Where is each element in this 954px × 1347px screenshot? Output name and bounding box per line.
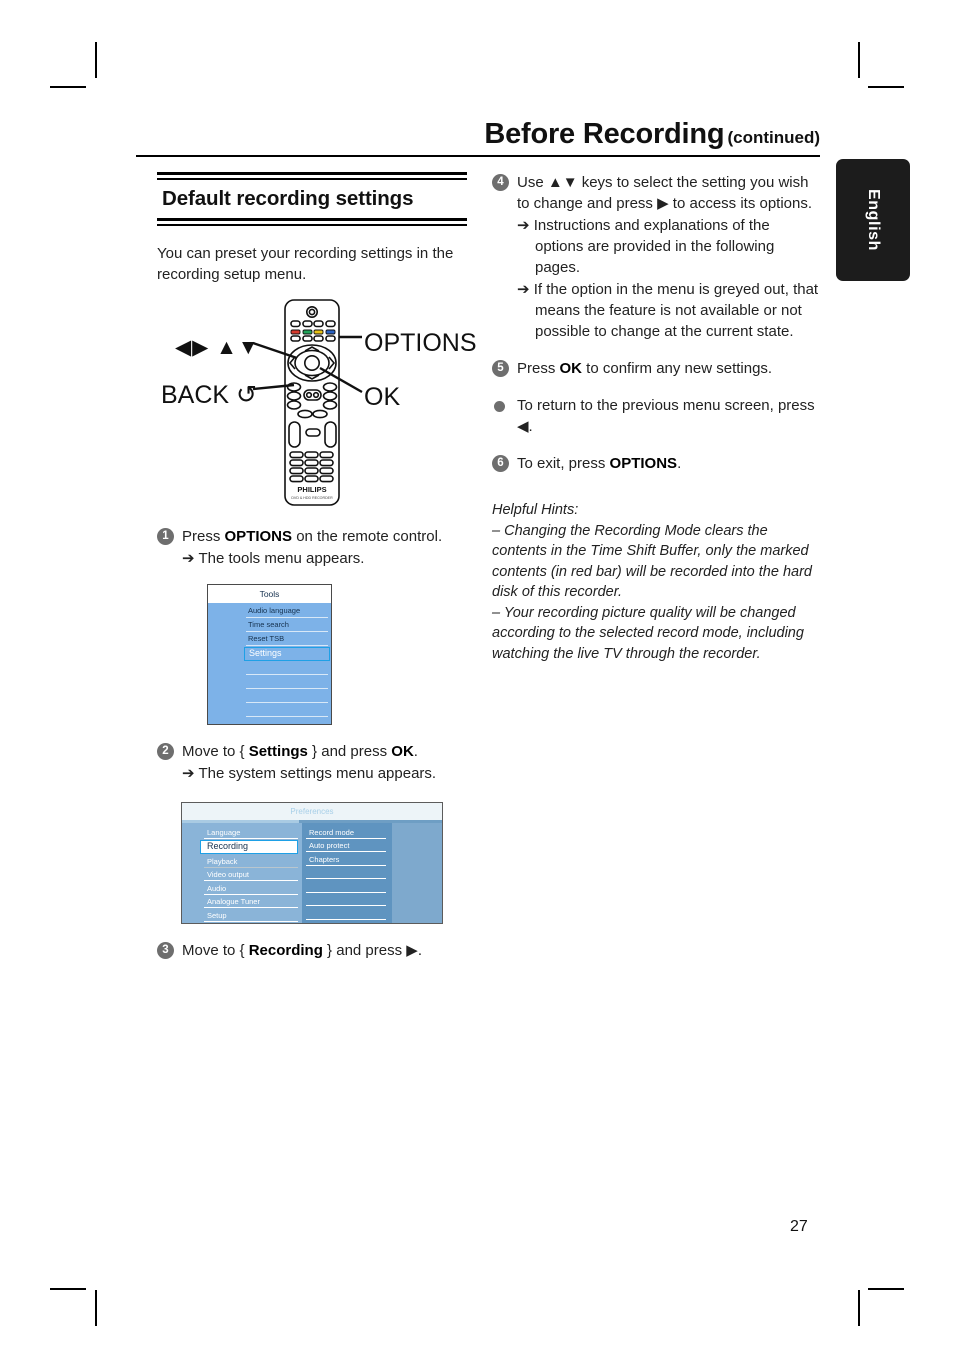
- crop-mark-top-left-v: [95, 42, 97, 78]
- remote-brand-label: PHILIPS: [297, 485, 326, 494]
- step-5-bold: OK: [559, 360, 583, 377]
- step-2-number: 2: [157, 742, 174, 760]
- settings-item-audio[interactable]: Audio: [204, 883, 298, 895]
- helpful-hints-title: Helpful Hints:: [492, 502, 579, 518]
- step-5: 5 Press OK to confirm any new settings.: [492, 358, 822, 379]
- step-5-text-before: Press: [517, 360, 560, 377]
- step-2-text-after: } and press: [307, 742, 392, 760]
- section-heading: Default recording settings: [162, 187, 414, 210]
- crop-mark-top-left-h: [50, 86, 86, 88]
- page-title: Before Recording: [484, 118, 725, 150]
- step-6-text-after: .: [677, 455, 682, 472]
- step-1-bold: OPTIONS: [224, 527, 293, 545]
- page-title-continued: (continued): [727, 128, 820, 147]
- settings-sub-item-chapters[interactable]: Chapters: [306, 854, 386, 866]
- tools-menu-title: Tools: [208, 584, 331, 603]
- step-6-text-before: To exit, press: [517, 455, 610, 472]
- step-1-text-after: on the remote control.: [292, 527, 443, 545]
- settings-item-language[interactable]: Language: [204, 827, 298, 839]
- tools-menu-item-empty: [246, 676, 328, 689]
- tools-menu-body: Audio language Time search Reset TSB Set…: [208, 602, 331, 724]
- settings-sub-item-record-mode[interactable]: Record mode: [306, 827, 386, 839]
- crop-mark-bottom-left-v: [95, 1290, 97, 1326]
- tools-menu-item[interactable]: Audio language: [246, 605, 328, 618]
- settings-menu-title: Preferences: [182, 802, 442, 820]
- helpful-hint-item: – Changing the Recording Mode clears the…: [492, 522, 812, 601]
- section-rule-bottom-2: [157, 223, 467, 226]
- settings-item-playback[interactable]: Playback: [204, 856, 298, 868]
- tools-menu-item-empty: [246, 662, 328, 675]
- step-3-number: 3: [157, 941, 174, 959]
- step-1-sub: ➔ The tools menu appears.: [182, 549, 365, 567]
- helpful-hint-item: – Your recording picture quality will be…: [492, 604, 804, 663]
- settings-sub-item-empty: [306, 867, 386, 880]
- settings-menu-columns: Language Recording Playback Video output…: [182, 822, 442, 923]
- step-4-number: 4: [492, 174, 509, 191]
- language-tab-label: English: [865, 189, 882, 251]
- step-2-bold: Settings: [248, 742, 308, 760]
- step-3: 3 Move to { Recording } and press ▶.: [157, 940, 467, 961]
- step-5-number: 5: [492, 360, 509, 377]
- step-6-number: 6: [492, 455, 509, 472]
- step-2-bold-2: OK: [391, 742, 414, 760]
- left-column: Default recording settings You can prese…: [157, 172, 477, 961]
- bullet-return-previous-menu: To return to the previous menu screen, p…: [492, 395, 822, 437]
- step-1-text-before: Press: [182, 527, 225, 545]
- crop-mark-bottom-right-v: [858, 1290, 860, 1326]
- system-settings-menu-screenshot: Preferences Language Recording Playback …: [181, 801, 443, 924]
- step-4-sub-1: ➔ Instructions and explanations of the o…: [517, 217, 775, 276]
- bullet-marker: [494, 401, 505, 412]
- callout-navigation-arrows-label: ◀▶ ▲▼: [175, 335, 260, 359]
- settings-menu-left-column: Language Recording Playback Video output…: [182, 822, 302, 923]
- language-tab: English: [836, 159, 910, 281]
- callout-options-label: OPTIONS: [364, 328, 477, 357]
- step-5-text-after: to confirm any new settings.: [582, 360, 773, 377]
- intro-paragraph: You can preset your recording settings i…: [157, 245, 454, 284]
- step-3-text-before: Move to {: [182, 941, 249, 959]
- step-2-sub: ➔ The system settings menu appears.: [182, 764, 437, 782]
- tools-menu-item[interactable]: Reset TSB: [246, 633, 328, 646]
- step-4-text: Use ▲▼ keys to select the setting you wi…: [517, 174, 813, 212]
- crop-mark-bottom-left-h: [50, 1288, 86, 1290]
- remote-control-figure: PHILIPS DVD & HDD RECORDER OPTIONS OK BA…: [157, 295, 477, 510]
- settings-menu-right-column: [390, 822, 442, 923]
- step-1-number: 1: [157, 527, 174, 545]
- tools-menu-item-empty: [246, 704, 328, 717]
- settings-sub-item-empty: [306, 908, 386, 920]
- page-number: 27: [790, 1218, 808, 1235]
- step-3-text-after: } and press ▶.: [322, 941, 422, 959]
- tools-menu-item-settings-selected[interactable]: Settings: [244, 646, 330, 661]
- bullet-text: To return to the previous menu screen, p…: [517, 397, 815, 435]
- crop-mark-bottom-right-h: [868, 1288, 904, 1290]
- settings-sub-item-empty: [306, 894, 386, 907]
- callout-ok-label: OK: [364, 382, 401, 411]
- step-3-bold: Recording: [248, 941, 323, 959]
- tools-menu-item[interactable]: Time search: [246, 619, 328, 632]
- settings-item-recording-selected[interactable]: Recording: [200, 840, 298, 855]
- remote-model-label: DVD & HDD RECORDER: [291, 496, 333, 500]
- tools-menu-item-empty: [246, 690, 328, 703]
- step-6-bold: OPTIONS: [609, 455, 678, 472]
- settings-menu-middle-column: Record mode Auto protect Chapters: [302, 822, 390, 923]
- callout-back-label: BACK ↺: [161, 380, 257, 409]
- settings-sub-item-empty: [306, 881, 386, 893]
- helpful-hints-block: Helpful Hints: – Changing the Recording …: [492, 500, 822, 665]
- crop-mark-top-right-h: [868, 86, 904, 88]
- step-4: 4 Use ▲▼ keys to select the setting you …: [492, 172, 822, 342]
- step-1: 1 Press OPTIONS on the remote control. ➔…: [157, 526, 467, 569]
- settings-item-analogue-tuner[interactable]: Analogue Tuner: [204, 896, 298, 909]
- header-divider: [136, 155, 820, 157]
- settings-sub-item-auto-protect[interactable]: Auto protect: [306, 840, 386, 853]
- crop-mark-top-right-v: [858, 42, 860, 78]
- step-2-text-before: Move to {: [182, 742, 249, 760]
- step-2-text-end: .: [413, 742, 418, 760]
- tools-menu-screenshot: Tools Audio language Time search Reset T…: [207, 583, 332, 725]
- step-2: 2 Move to { Settings } and press OK. ➔ T…: [157, 741, 467, 784]
- settings-item-setup[interactable]: Setup: [204, 910, 298, 922]
- settings-item-video-output[interactable]: Video output: [204, 869, 298, 882]
- step-4-sub-2: ➔ If the option in the menu is greyed ou…: [517, 281, 819, 340]
- page-header: Before Recording (continued): [136, 118, 820, 151]
- right-column: 4 Use ▲▼ keys to select the setting you …: [492, 172, 822, 665]
- step-6: 6 To exit, press OPTIONS.: [492, 453, 822, 474]
